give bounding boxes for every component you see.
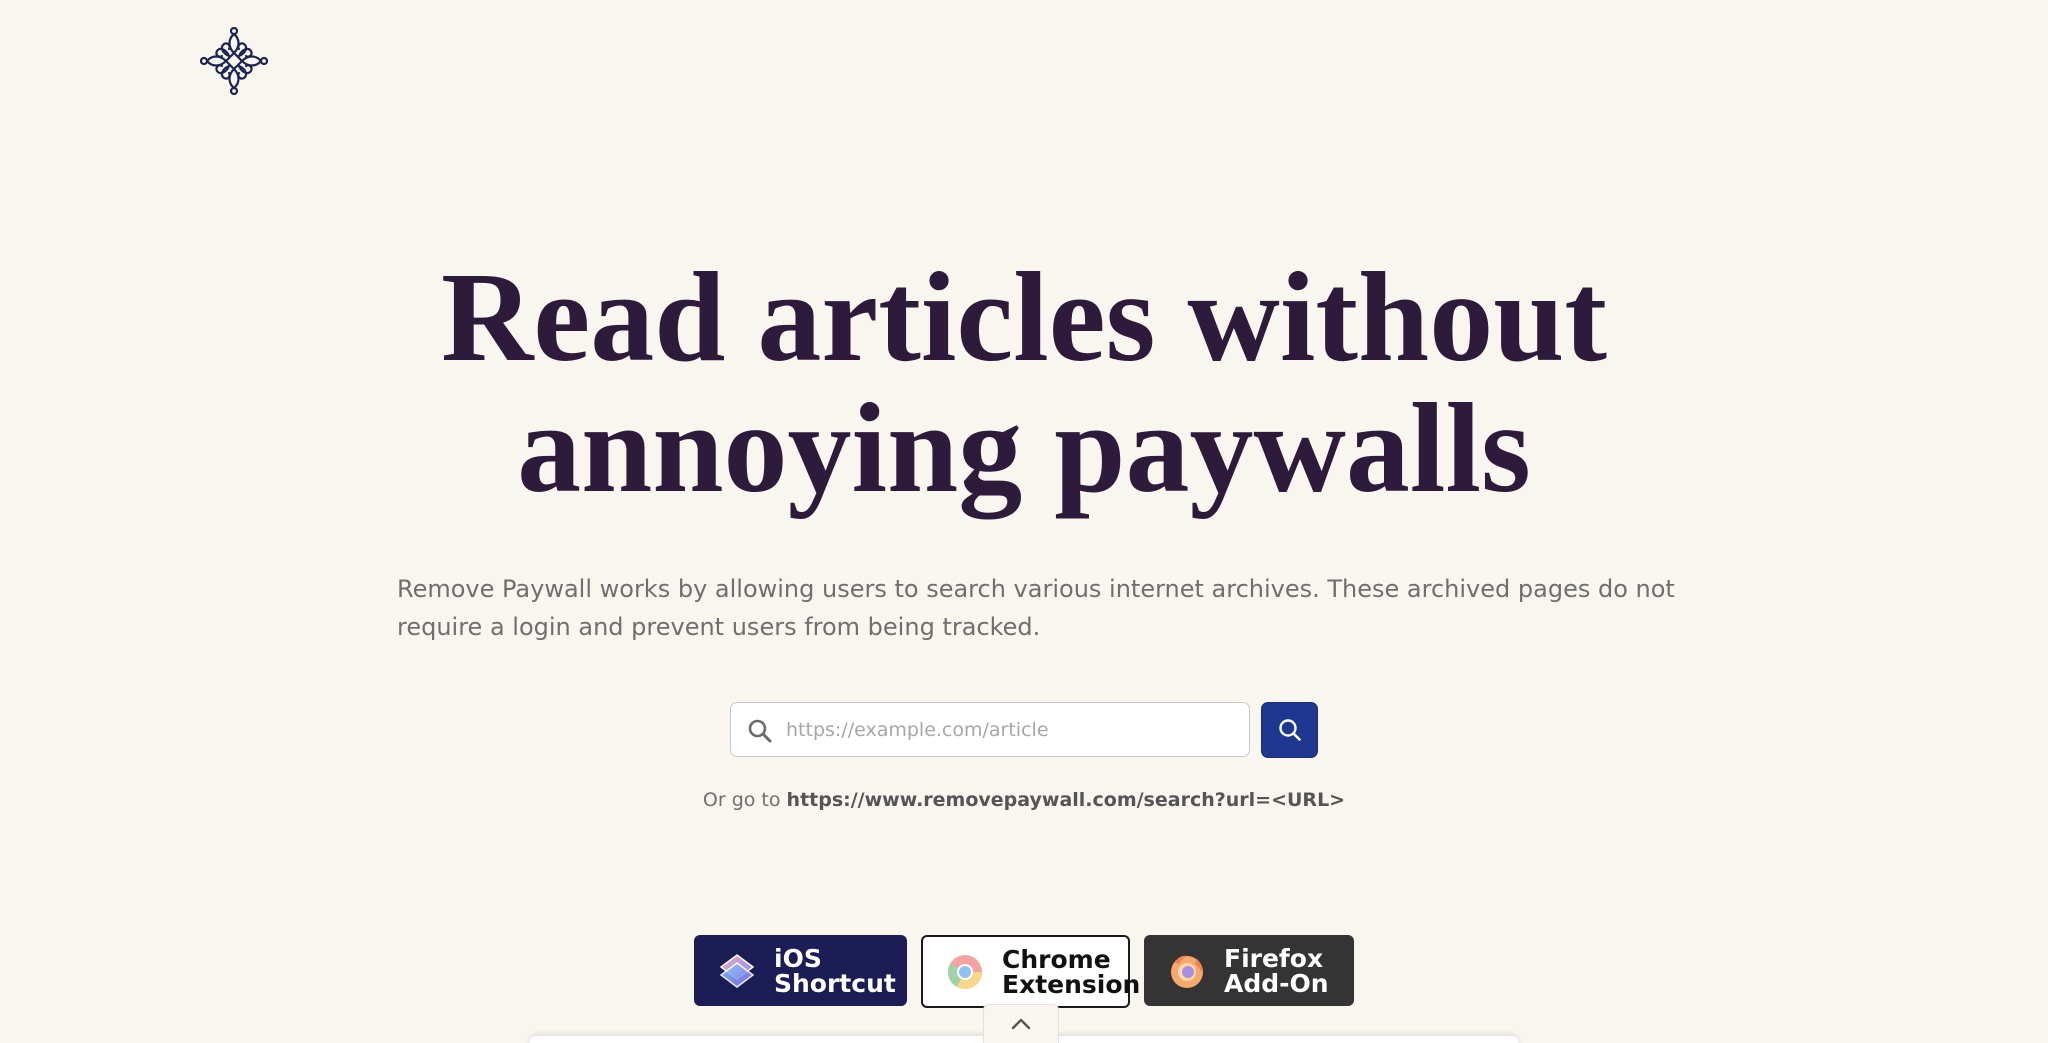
ornament-logo-icon — [199, 26, 269, 96]
search-icon — [748, 719, 772, 743]
firefox-addon-button[interactable]: Firefox Add-On — [1144, 935, 1354, 1006]
search-url-template: https://www.removepaywall.com/search?url… — [786, 789, 1346, 811]
headline-line-1: Read articles without — [440, 246, 1608, 388]
firefox-icon — [1171, 955, 1203, 988]
firefox-addon-label: Firefox Add-On — [1224, 943, 1329, 998]
search-input[interactable] — [786, 703, 1241, 756]
hero-headline: Read articles without annoying paywalls — [0, 252, 2048, 514]
search-box — [730, 702, 1250, 757]
headline-line-2: annoying paywalls — [517, 377, 1531, 519]
search-button[interactable] — [1261, 702, 1318, 758]
chevron-up-icon — [1011, 1018, 1031, 1030]
ios-shortcut-label: iOS Shortcut — [774, 943, 896, 998]
chrome-icon — [948, 954, 982, 989]
chrome-extension-button[interactable]: Chrome Extension — [921, 935, 1140, 1008]
page: Read articles without annoying paywalls … — [0, 0, 2048, 1043]
ios-shortcuts-icon — [719, 953, 755, 988]
hero-description: Remove Paywall works by allowing users t… — [397, 575, 1675, 641]
panel-toggle-button[interactable] — [983, 1004, 1059, 1043]
alternate-url-hint: Or go to https://www.removepaywall.com/s… — [0, 787, 2048, 813]
site-logo[interactable] — [199, 26, 269, 96]
search-icon — [1278, 719, 1301, 741]
chrome-extension-label: Chrome Extension — [1002, 944, 1141, 999]
ios-shortcut-button[interactable]: iOS Shortcut — [694, 935, 907, 1006]
or-prefix: Or go to — [702, 789, 781, 811]
